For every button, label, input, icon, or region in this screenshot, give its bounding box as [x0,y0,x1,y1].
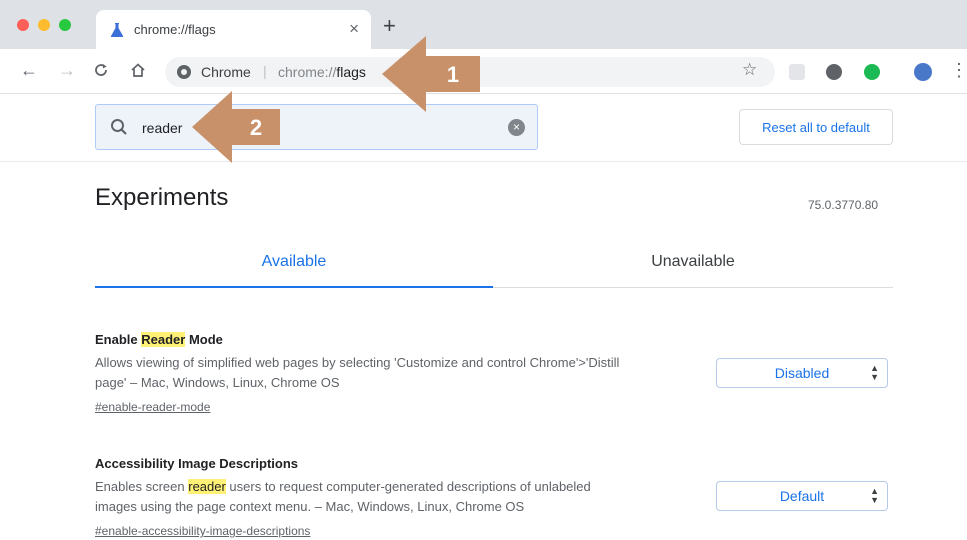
tab-close-icon[interactable]: × [349,19,359,39]
active-tab-indicator [95,286,493,288]
experiment-state-select[interactable]: Disabled ▲ ▼ [716,358,888,388]
experiment-description: Allows viewing of simplified web pages b… [95,353,705,393]
search-highlight: Reader [141,332,186,347]
description-line: Allows viewing of simplified web pages b… [95,355,620,370]
tab-title: chrome://flags [134,22,216,37]
select-arrows-icon: ▲ ▼ [870,363,879,382]
back-arrow-icon[interactable]: ← [20,59,38,81]
omnibox-site-label: Chrome [201,64,251,80]
title-text: Enable [95,332,142,347]
title-text: Mode [185,332,223,347]
extension-page-icon[interactable] [789,64,805,80]
search-highlight: reader [188,479,226,494]
page-title: Experiments [95,184,229,211]
annotation-arrow-1: 1 [382,36,480,112]
description-text: users to request computer-generated desc… [225,479,591,494]
experiment-state-select[interactable]: Default ▲ ▼ [716,481,888,511]
select-value: Disabled [774,365,830,381]
omnibox-url[interactable]: chrome://flags [278,64,366,80]
select-arrows-icon: ▲ ▼ [870,486,879,505]
reset-all-button[interactable]: Reset all to default [739,109,893,145]
zoom-window-button[interactable] [59,19,71,31]
experiment-title: Accessibility Image Descriptions [95,456,299,471]
experiment-description: Enables screen reader users to request c… [95,477,705,517]
tab-unavailable[interactable]: Unavailable [493,240,893,288]
tab-strip: chrome://flags × + [0,0,967,49]
select-value: Default [779,488,825,504]
bookmark-star-icon[interactable]: ☆ [742,59,757,81]
omnibox-url-prefix: chrome:// [278,64,337,80]
version-label: 75.0.3770.80 [808,198,879,212]
flask-icon [110,23,124,37]
reload-icon[interactable] [93,62,109,78]
profile-avatar-icon[interactable] [914,63,932,81]
annotation-arrow-2: 2 [192,91,280,163]
omnibox-separator: | [263,63,267,79]
annotation-number: 2 [250,115,262,140]
description-line: page' – Mac, Windows, Linux, Chrome OS [95,375,340,390]
experiment-link[interactable]: #enable-accessibility-image-descriptions [95,524,310,538]
extension-grammar-icon[interactable] [864,64,880,80]
close-window-button[interactable] [17,19,29,31]
home-icon[interactable] [130,62,146,78]
description-line: images using the page context menu. – Ma… [95,499,525,514]
chrome-site-icon[interactable] [177,65,191,79]
chrome-menu-icon[interactable]: ⋮ [950,60,967,80]
browser-tab[interactable]: chrome://flags × [96,10,371,49]
search-icon [111,119,127,135]
tab-available[interactable]: Available [95,240,493,288]
description-text: Enables screen [95,479,189,494]
omnibox-url-path: flags [336,64,366,80]
extension-circle-icon[interactable] [826,64,842,80]
experiment-link[interactable]: #enable-reader-mode [95,400,210,414]
clear-search-icon[interactable]: × [508,119,525,136]
annotation-number: 1 [447,62,459,87]
flags-header: × Reset all to default [0,94,967,162]
browser-window: chrome://flags × + ← → Chrome | chrome:/… [0,0,967,540]
browser-toolbar: ← → Chrome | chrome://flags ☆ ⋮ [0,49,967,94]
minimize-window-button[interactable] [38,19,50,31]
forward-arrow-icon[interactable]: → [58,59,76,81]
description-line: Enables screen reader users to request c… [95,477,705,497]
experiment-title: Enable Reader Mode [95,332,223,347]
